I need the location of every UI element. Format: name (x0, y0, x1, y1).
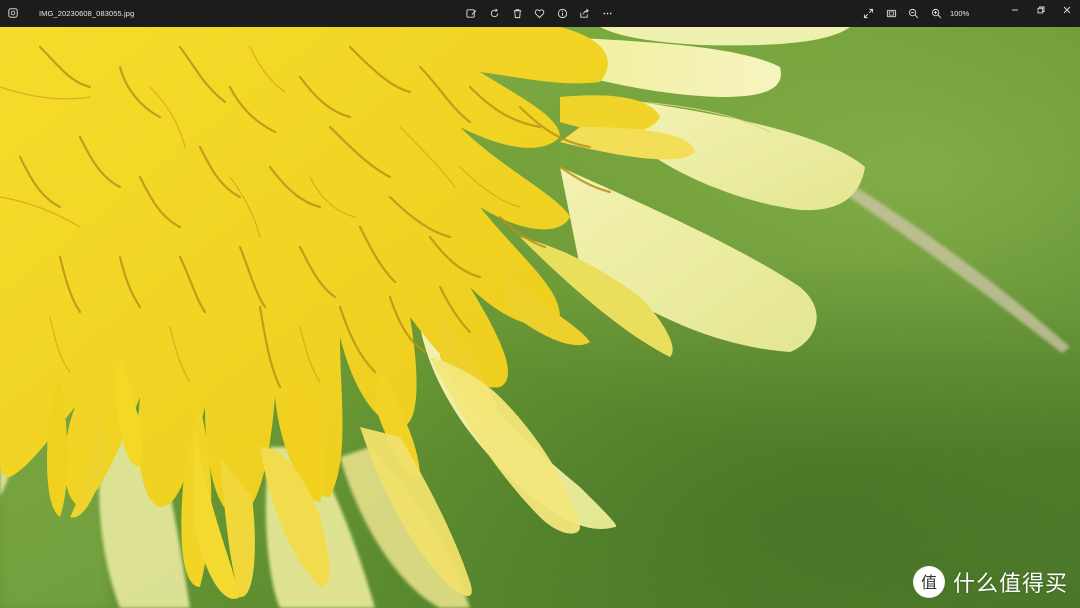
close-icon[interactable] (1055, 3, 1079, 17)
photo-canvas[interactable] (0, 27, 1080, 608)
delete-icon[interactable] (511, 7, 524, 20)
fullscreen-icon[interactable] (862, 7, 875, 20)
fit-to-window-icon[interactable] (885, 7, 898, 20)
photo-viewer-window: IMG_20230608_083055.jpg 100% 值 什么值得买 (0, 0, 1080, 608)
more-options-icon[interactable] (601, 7, 614, 20)
zoom-in-icon[interactable] (930, 7, 943, 20)
favorite-icon[interactable] (533, 7, 546, 20)
edit-image-icon[interactable] (465, 7, 478, 20)
photos-app-icon (8, 8, 18, 18)
watermark-text: 什么值得买 (952, 572, 1068, 597)
zoom-level[interactable]: 100% (950, 9, 969, 18)
minimize-icon[interactable] (1003, 3, 1027, 17)
watermark-badge-icon: 值 (912, 566, 945, 598)
dandelion-photo (0, 27, 1080, 608)
share-icon[interactable] (578, 7, 591, 20)
rotate-icon[interactable] (488, 7, 501, 20)
zoom-out-icon[interactable] (907, 7, 920, 20)
file-name: IMG_20230608_083055.jpg (39, 9, 135, 18)
file-info-icon[interactable] (556, 7, 569, 20)
watermark-badge-glyph: 值 (921, 573, 937, 592)
restore-icon[interactable] (1029, 3, 1053, 17)
title-bar: IMG_20230608_083055.jpg 100% (0, 0, 1080, 27)
watermark: 值 什么值得买 (912, 566, 1068, 598)
